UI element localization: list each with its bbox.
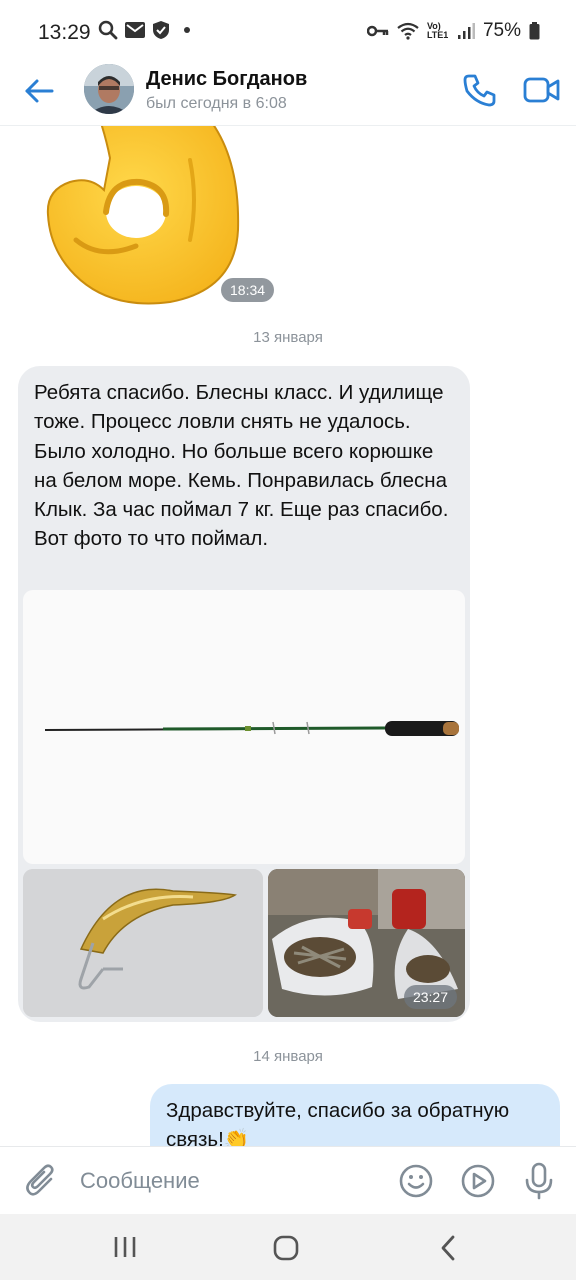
battery-percent: 75% bbox=[482, 20, 521, 41]
photo-caught-fish[interactable]: 23:27 bbox=[268, 869, 465, 1017]
status-right-icons: Vo) LTE1 75% bbox=[366, 20, 540, 42]
paperclip-icon[interactable] bbox=[24, 1163, 58, 1199]
photo-fishing-rod[interactable] bbox=[23, 590, 465, 864]
microphone-icon[interactable] bbox=[522, 1161, 556, 1201]
date-separator: 13 января bbox=[253, 329, 323, 346]
message-input[interactable] bbox=[80, 1161, 380, 1201]
signal-icon bbox=[457, 23, 475, 39]
system-nav-bar bbox=[0, 1214, 576, 1280]
play-icon[interactable] bbox=[460, 1163, 496, 1199]
key-icon bbox=[366, 25, 389, 37]
outgoing-message-bubble[interactable]: Здравствуйте, спасибо за обратную связь!… bbox=[150, 1084, 560, 1146]
home-icon[interactable] bbox=[272, 1234, 300, 1262]
photo-lure[interactable] bbox=[23, 869, 263, 1017]
contact-name[interactable]: Денис Богданов bbox=[146, 68, 307, 91]
wifi-icon bbox=[397, 22, 419, 40]
photos-time: 23:27 bbox=[403, 985, 457, 1009]
recent-apps-icon[interactable] bbox=[112, 1234, 138, 1260]
phone-icon[interactable] bbox=[462, 72, 498, 108]
date-separator: 14 января bbox=[253, 1048, 323, 1065]
incoming-message-bubble[interactable]: Ребята спасибо. Блесны класс. И удилище … bbox=[18, 366, 470, 1022]
battery-icon bbox=[529, 22, 540, 40]
status-bar: 13:29 Vo) LTE1 75% bbox=[0, 0, 576, 60]
outgoing-message-text: Здравствуйте, спасибо за обратную связь!… bbox=[166, 1099, 510, 1146]
status-left-icons bbox=[98, 20, 190, 40]
ok-hand-sticker[interactable] bbox=[40, 126, 250, 308]
chat-header: Денис Богданов был сегодня в 6:08 bbox=[0, 60, 576, 126]
message-list[interactable]: 18:34 13 января Ребята спасибо. Блесны к… bbox=[0, 126, 576, 1146]
notification-dot bbox=[184, 27, 190, 33]
status-time: 13:29 bbox=[38, 21, 91, 44]
shield-icon bbox=[153, 21, 169, 39]
sticker-time: 18:34 bbox=[221, 278, 275, 302]
avatar[interactable] bbox=[84, 64, 134, 114]
emoji-icon[interactable] bbox=[398, 1163, 434, 1199]
video-camera-icon[interactable] bbox=[522, 72, 562, 108]
back-arrow-icon[interactable] bbox=[22, 74, 56, 108]
network-label: Vo) LTE1 bbox=[426, 21, 449, 40]
nav-back-icon[interactable] bbox=[436, 1234, 460, 1262]
contact-last-seen: был сегодня в 6:08 bbox=[146, 95, 287, 112]
search-icon bbox=[98, 20, 118, 40]
message-composer bbox=[0, 1146, 576, 1214]
mail-icon bbox=[125, 22, 145, 38]
incoming-message-text: Ребята спасибо. Блесны класс. И удилище … bbox=[34, 381, 449, 551]
